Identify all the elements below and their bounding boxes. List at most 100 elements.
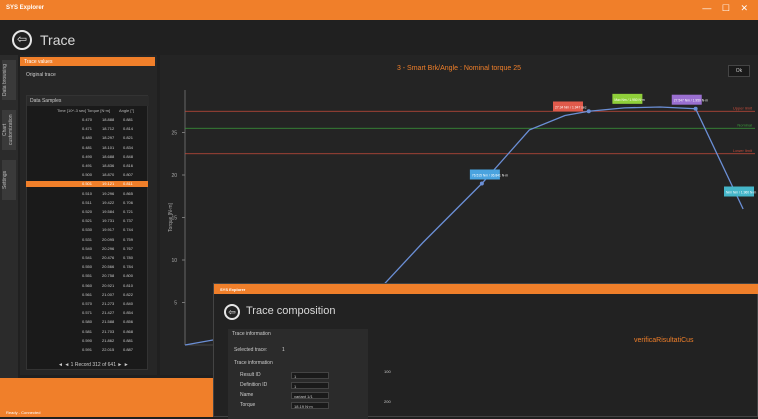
window-controls[interactable]: — ☐ ✕ bbox=[702, 3, 752, 14]
table-row[interactable]: 0.570 21.273 0.840 bbox=[26, 301, 148, 307]
y-tick-label: 25 bbox=[171, 131, 177, 137]
table-pager[interactable]: ◄ ◄ 1 Record 312 of 641 ► ► bbox=[58, 362, 129, 368]
back-button[interactable]: ⇦ bbox=[12, 30, 32, 50]
table-cell: 18.688 bbox=[102, 153, 115, 159]
table-cell: 0.840 bbox=[123, 301, 134, 306]
tab-chart-customization[interactable]: Chart customization bbox=[2, 110, 16, 150]
table-row[interactable]: 0.511 19.422 0.706 bbox=[26, 200, 148, 206]
table-cell: 0.490 bbox=[82, 153, 93, 159]
table-cell: 0.856 bbox=[123, 319, 134, 325]
table-cell: 0.520 bbox=[82, 209, 93, 214]
y-tick-label: 20 bbox=[171, 173, 177, 179]
table-row[interactable]: 0.471 18.712 0.814 bbox=[26, 126, 148, 132]
table-row[interactable]: 0.571 21.427 0.854 bbox=[26, 310, 148, 316]
window2-back-button[interactable]: ⇦ bbox=[224, 304, 240, 320]
selected-trace-label: Selected trace: bbox=[234, 347, 268, 353]
table-cell: 20.566 bbox=[102, 264, 115, 270]
table-row[interactable]: 0.480 18.297 0.821 bbox=[26, 135, 148, 141]
table-cell: 0.481 bbox=[82, 144, 93, 150]
table-cell: 0.800 bbox=[123, 273, 134, 279]
y-axis-label: Torque [N·m] bbox=[168, 202, 174, 232]
table-cell: 19.121 bbox=[102, 181, 115, 187]
table-cell: 18.101 bbox=[102, 144, 115, 150]
annotation: Nm/ Nm / 1.960 N·m bbox=[724, 186, 756, 197]
table-row[interactable]: 0.581 21.703 0.868 bbox=[26, 329, 148, 335]
table-cell: 0.521 bbox=[82, 218, 93, 224]
trace-values-header[interactable]: Trace values bbox=[20, 57, 155, 66]
table-cell: 0.759 bbox=[123, 236, 134, 242]
table-row[interactable]: 0.541 20.476 0.780 bbox=[26, 255, 148, 261]
y-tick-label: 10 bbox=[171, 258, 177, 264]
table-cell: 20.758 bbox=[102, 273, 115, 279]
table-cell: 0.881 bbox=[123, 117, 134, 122]
table-cell: 0.470 bbox=[82, 117, 93, 122]
table-row[interactable]: 0.470 18.888 0.881 bbox=[26, 117, 148, 123]
table-cell: 0.530 bbox=[82, 227, 93, 233]
table-cell: 0.868 bbox=[123, 328, 134, 334]
table-cell: 0.581 bbox=[82, 328, 93, 334]
annotation-label: 76.515 Nm / 36.841 N·m bbox=[472, 174, 508, 178]
window2-title: Trace composition bbox=[246, 305, 336, 317]
column-torque[interactable]: Torque [N·m] bbox=[87, 108, 110, 113]
table-cell: 21.007 bbox=[102, 291, 115, 297]
table-cell: 0.510 bbox=[82, 190, 93, 196]
window2-ytick-200: 200 bbox=[384, 399, 391, 404]
annotation: 76.515 Nm / 36.841 N·m bbox=[469, 169, 508, 180]
table-cell: 19.584 bbox=[102, 209, 115, 214]
table-cell: 0.780 bbox=[123, 255, 134, 260]
table-cell: 21.862 bbox=[102, 337, 115, 343]
table-row[interactable]: 0.510 19.296 0.865 bbox=[26, 191, 148, 197]
table-row[interactable]: 0.520 19.584 0.721 bbox=[26, 209, 148, 215]
table-cell: 21.588 bbox=[102, 319, 115, 325]
table-row[interactable]: 0.561 21.007 0.822 bbox=[26, 292, 148, 298]
table-cell: 0.540 bbox=[82, 245, 93, 251]
table-cell: 19.917 bbox=[102, 227, 115, 233]
table-row[interactable]: 0.590 21.862 0.881 bbox=[26, 338, 148, 344]
tab-settings[interactable]: Settings bbox=[2, 160, 16, 200]
trace-info-section: Trace information bbox=[234, 360, 273, 366]
original-trace-option[interactable]: Original trace bbox=[26, 72, 56, 78]
table-cell: 19.422 bbox=[102, 199, 115, 205]
table-row[interactable]: 0.490 18.688 0.848 bbox=[26, 154, 148, 160]
table-row[interactable]: 0.560 20.921 0.810 bbox=[26, 283, 148, 289]
table-row[interactable]: 0.481 18.101 0.834 bbox=[26, 145, 148, 151]
annotation-label: Nm/ Nm / 1.960 N·m bbox=[726, 191, 756, 195]
window2-titlebar: SYS Explorer bbox=[214, 284, 758, 294]
limit-label: Upper limit bbox=[733, 105, 753, 110]
table-cell: 0.737 bbox=[123, 218, 134, 224]
table-cell: 0.816 bbox=[123, 163, 134, 168]
column-time[interactable]: Time [10^-3 sec] bbox=[57, 108, 86, 113]
table-cell: 18.888 bbox=[102, 117, 115, 122]
app-title: SYS Explorer bbox=[6, 5, 45, 11]
table-cell: 21.273 bbox=[102, 301, 115, 306]
trace-composition-window: SYS Explorer ⇦ Trace composition Trace i… bbox=[213, 283, 758, 419]
annotation-label: 27.547 Nm / 1.950 N·m bbox=[674, 99, 709, 103]
table-cell: 20.921 bbox=[102, 282, 115, 288]
table-row[interactable]: 0.591 22.015 0.887 bbox=[26, 347, 148, 353]
title-bar: SYS Explorer — ☐ ✕ bbox=[0, 0, 758, 20]
table-cell: 20.095 bbox=[102, 236, 115, 242]
torque-label: Torque bbox=[240, 402, 256, 408]
table-row[interactable]: 0.550 20.566 0.784 bbox=[26, 264, 148, 270]
selected-trace-value[interactable]: 1 bbox=[282, 347, 285, 353]
table-row[interactable]: 0.521 19.731 0.737 bbox=[26, 218, 148, 224]
table-cell: 0.721 bbox=[123, 209, 134, 214]
column-angle[interactable]: Angle [°] bbox=[119, 108, 134, 113]
name-value: variant 1/1 bbox=[291, 392, 329, 399]
table-row[interactable]: 0.580 21.588 0.856 bbox=[26, 319, 148, 325]
data-point bbox=[693, 106, 698, 111]
torque-value: 18.19 N·m bbox=[291, 402, 329, 409]
tab-data-browsing[interactable]: Data browsing bbox=[2, 60, 16, 100]
table-row[interactable]: 0.531 20.095 0.759 bbox=[26, 237, 148, 243]
table-cell: 0.706 bbox=[123, 199, 134, 205]
table-row[interactable]: 0.540 20.296 0.767 bbox=[26, 246, 148, 252]
table-cell: 0.822 bbox=[123, 291, 134, 297]
table-row[interactable]: 0.551 20.758 0.800 bbox=[26, 273, 148, 279]
table-row[interactable]: 0.501 19.121 0.811 bbox=[26, 181, 148, 188]
table-cell: 0.784 bbox=[123, 264, 134, 270]
table-cell: 0.811 bbox=[123, 181, 133, 187]
table-row[interactable]: 0.530 19.917 0.744 bbox=[26, 227, 148, 233]
table-row[interactable]: 0.491 18.836 0.816 bbox=[26, 163, 148, 169]
table-row[interactable]: 0.500 18.870 0.807 bbox=[26, 172, 148, 178]
annotation-label: Max Nm / 1.950 N·m bbox=[614, 98, 645, 102]
